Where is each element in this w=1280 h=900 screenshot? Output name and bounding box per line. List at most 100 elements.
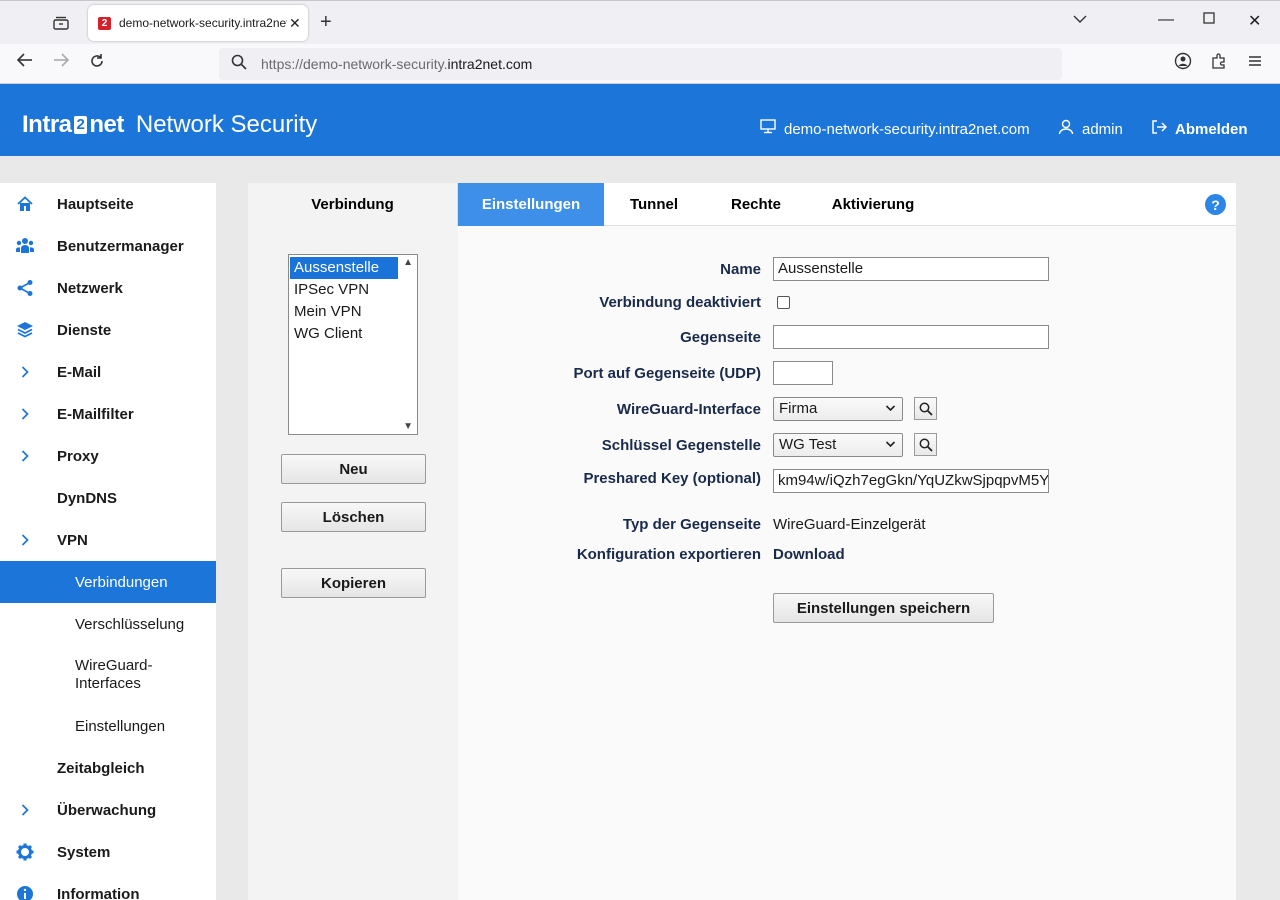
reload-icon[interactable] [88, 52, 106, 75]
sidebar-item-netzwerk[interactable]: Netzwerk [0, 267, 216, 309]
logout-button[interactable]: Abmelden [1151, 119, 1248, 140]
sidebar-item-proxy[interactable]: Proxy [0, 435, 216, 477]
tab-einstellungen[interactable]: Einstellungen [458, 183, 604, 226]
list-item[interactable]: WG Client [290, 323, 398, 345]
copy-button[interactable]: Kopieren [281, 568, 426, 598]
chevron-right-icon [0, 534, 57, 546]
logout-icon [1151, 119, 1168, 140]
app-logo[interactable]: Intra 2 net Network Security [22, 111, 317, 139]
account-icon[interactable] [1174, 52, 1192, 75]
chevron-right-icon [0, 408, 57, 420]
tab-title: demo-network-security.intra2net.com [119, 16, 287, 30]
list-item[interactable]: IPSec VPN [290, 279, 398, 301]
chevron-right-icon [0, 450, 57, 462]
psk-input[interactable]: km94w/iQzh7egGkn/YqUZkwSjpqpvM5Y [773, 469, 1049, 493]
close-window-icon[interactable]: ✕ [1248, 11, 1261, 31]
maximize-icon[interactable] [1203, 11, 1215, 29]
info-icon [0, 885, 57, 900]
sidebar-item-vpn[interactable]: VPN [0, 519, 216, 561]
tab-bar: Verbindung Einstellungen Tunnel Rechte A… [248, 183, 1236, 226]
share-icon [0, 279, 57, 297]
scroll-down-icon[interactable]: ▼ [403, 421, 413, 432]
scroll-up-icon[interactable]: ▲ [403, 257, 413, 268]
new-tab-icon[interactable]: + [320, 11, 332, 34]
tab-verbindung[interactable]: Verbindung [248, 183, 458, 226]
browser-navbar: https://demo-network-security.intra2net.… [0, 44, 1280, 84]
search-icon [919, 438, 933, 452]
port-input[interactable] [773, 361, 833, 385]
host-info: demo-network-security.intra2net.com [760, 119, 1030, 139]
url-text: https://demo-network-security.intra2net.… [261, 56, 533, 72]
extensions-icon[interactable] [1210, 52, 1228, 75]
new-button[interactable]: Neu [281, 454, 426, 484]
sidebar-item-email[interactable]: E-Mail [0, 351, 216, 393]
menu-icon[interactable] [1247, 52, 1263, 73]
gear-icon [0, 843, 57, 861]
key-label: Schlüssel Gegenstelle [601, 437, 761, 454]
search-icon [919, 402, 933, 416]
tab-rechte[interactable]: Rechte [720, 183, 792, 226]
disabled-checkbox[interactable] [777, 296, 790, 309]
disabled-label: Verbindung deaktiviert [599, 294, 761, 311]
product-name: Network Security [135, 111, 318, 138]
user-icon [1058, 119, 1074, 140]
key-search-button[interactable] [914, 433, 937, 456]
tab-tunnel[interactable]: Tunnel [618, 183, 690, 226]
layers-icon [0, 321, 57, 339]
export-label: Konfiguration exportieren [576, 546, 761, 563]
chevron-right-icon [0, 804, 57, 816]
user-name: admin [1082, 121, 1123, 138]
sidebar-item-hauptseite[interactable]: Hauptseite [0, 183, 216, 225]
delete-button[interactable]: Löschen [281, 502, 426, 532]
port-label: Port auf Gegenseite (UDP) [573, 365, 761, 382]
connection-listbox[interactable]: Aussenstelle IPSec VPN Mein VPN WG Clien… [288, 254, 418, 435]
sidebar-item-zeitabgleich[interactable]: Zeitabgleich [0, 747, 216, 789]
main-content: Verbindung Einstellungen Tunnel Rechte A… [248, 183, 1236, 900]
tab-aktivierung[interactable]: Aktivierung [826, 183, 920, 226]
list-item[interactable]: Mein VPN [290, 301, 398, 323]
connection-list-panel: Aussenstelle IPSec VPN Mein VPN WG Clien… [248, 226, 458, 900]
sidebar-item-verbindungen[interactable]: Verbindungen [0, 561, 216, 603]
interface-search-button[interactable] [914, 397, 937, 420]
chevron-down-icon [885, 434, 896, 463]
sidebar-item-einstellungen[interactable]: Einstellungen [0, 705, 216, 747]
download-link[interactable]: Download [773, 546, 845, 563]
peer-input[interactable] [773, 325, 1049, 349]
users-icon [0, 237, 57, 255]
sidebar-item-information[interactable]: Information [0, 873, 216, 900]
peer-label: Gegenseite [680, 329, 761, 346]
tab-list-icon[interactable] [48, 11, 74, 35]
sidebar: Hauptseite Benutzermanager Netzwerk Dien… [0, 183, 216, 900]
sidebar-item-system[interactable]: System [0, 831, 216, 873]
sidebar-item-verschluesselung[interactable]: Verschlüsselung [0, 603, 216, 645]
back-icon[interactable] [16, 52, 34, 73]
sidebar-item-benutzermanager[interactable]: Benutzermanager [0, 225, 216, 267]
chevron-down-icon [885, 398, 896, 427]
search-icon [231, 54, 247, 75]
save-settings-button[interactable]: Einstellungen speichern [773, 593, 994, 623]
user-info[interactable]: admin [1058, 119, 1123, 140]
name-input[interactable]: Aussenstelle [773, 257, 1049, 281]
sidebar-item-emailfilter[interactable]: E-Mailfilter [0, 393, 216, 435]
monitor-icon [760, 119, 776, 139]
minimize-icon[interactable]: — [1158, 11, 1174, 29]
app-header: Intra 2 net Network Security demo-network-… [0, 84, 1280, 156]
type-label: Typ der Gegenseite [622, 516, 761, 533]
tab-overflow-chevron-icon[interactable] [1073, 11, 1087, 29]
chevron-right-icon [0, 366, 57, 378]
help-icon[interactable]: ? [1205, 194, 1226, 215]
forward-icon[interactable] [52, 52, 70, 73]
close-tab-icon[interactable]: ✕ [289, 15, 301, 32]
browser-tab[interactable]: 2 demo-network-security.intra2net.com ✕ [88, 5, 308, 41]
list-item[interactable]: Aussenstelle [290, 257, 398, 279]
host-name: demo-network-security.intra2net.com [784, 120, 1030, 138]
sidebar-item-ueberwachung[interactable]: Überwachung [0, 789, 216, 831]
key-select[interactable]: WG Test [773, 433, 903, 457]
sidebar-item-wireguard-interfaces[interactable]: WireGuard- Interfaces [0, 645, 216, 705]
name-label: Name [720, 261, 761, 278]
sidebar-item-dienste[interactable]: Dienste [0, 309, 216, 351]
interface-select[interactable]: Firma [773, 397, 903, 421]
sidebar-item-dyndns[interactable]: DynDNS [0, 477, 216, 519]
favicon-icon: 2 [98, 16, 111, 30]
url-bar[interactable]: https://demo-network-security.intra2net.… [219, 48, 1062, 80]
